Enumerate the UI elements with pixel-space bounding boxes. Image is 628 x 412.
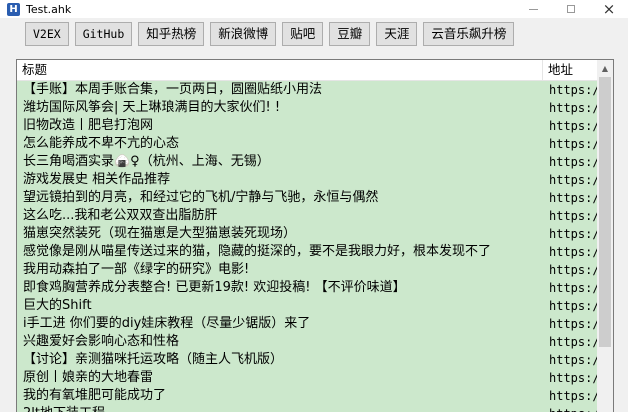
title-bar: H Test.ahk ×: [0, 0, 628, 18]
list-item-url: https:/: [549, 317, 597, 331]
list-item-url: https:/: [549, 155, 597, 169]
list-item[interactable]: 2lt地下装工程https:/: [17, 405, 597, 412]
list-item-url: https:/: [549, 101, 597, 115]
list-item-url: https:/: [543, 405, 597, 412]
list-item-title: 【手账】本周手账合集，一页两日，圆圈贴纸小用法: [23, 82, 323, 97]
list-item-title: 猫崽突然装死（现在猫崽是大型猫崽装死现场）: [23, 226, 297, 241]
list-item-title: 我用动森拍了一部《绿字的研究》电影!: [23, 262, 250, 277]
weibo-button[interactable]: 新浪微博: [210, 22, 277, 46]
minimize-icon: [528, 8, 538, 10]
list-item-title: 巨大的Shift: [23, 298, 92, 313]
list-item-url: https:/: [549, 227, 597, 241]
v2ex-button[interactable]: V2EX: [25, 22, 69, 46]
list-item[interactable]: 猫崽突然装死（现在猫崽是大型猫崽装死现场） https:/: [17, 225, 597, 243]
tianya-button[interactable]: 天涯: [376, 22, 418, 46]
list-item[interactable]: 望远镜拍到的月亮，和经过它的飞机/宁静与飞驰，永恒与偶然 https:/: [17, 189, 597, 207]
list-item-url: https:/: [549, 389, 597, 403]
close-button[interactable]: ×: [590, 0, 628, 18]
list-item-title: 望远镜拍到的月亮，和经过它的飞机/宁静与飞驰，永恒与偶然: [23, 190, 379, 205]
list-item[interactable]: 长三角喝酒实录🍙♀（杭州、上海、无锡） https:/: [17, 153, 597, 171]
ahk-app-icon: H: [7, 2, 20, 16]
list-item[interactable]: 我用动森拍了一部《绿字的研究》电影! https:/: [17, 261, 597, 279]
minimize-button[interactable]: [514, 0, 552, 18]
list-item-url: https:/: [549, 245, 597, 259]
list-item-title: 2lt地下装工程: [17, 405, 543, 412]
list-item-title: 感觉像是刚从喵星传送过来的猫，隐藏的挺深的，要不是我眼力好，根本发现不了: [23, 244, 492, 259]
list-item-url: https:/: [549, 191, 597, 205]
scroll-up-icon[interactable]: ▲: [597, 60, 613, 76]
tieba-button[interactable]: 贴吧: [282, 22, 324, 46]
douban-button[interactable]: 豆瓣: [329, 22, 371, 46]
list-item-title: 旧物改造丨肥皂打泡网: [23, 118, 154, 133]
column-header-url[interactable]: 地址: [543, 60, 597, 80]
scrollbar-thumb[interactable]: [599, 77, 611, 347]
maximize-button[interactable]: [552, 0, 590, 18]
list-item[interactable]: 即食鸡胸营养成分表整合! 已更新19款! 欢迎投稿! 【不评价味道】 https:…: [17, 279, 597, 297]
vertical-scrollbar[interactable]: ▲: [597, 60, 613, 412]
list-item-url: https:/: [549, 371, 597, 385]
list-item[interactable]: 【手账】本周手账合集，一页两日，圆圈贴纸小用法 https:/: [17, 81, 597, 99]
list-item-title: 我的有氧堆肥可能成功了: [23, 388, 167, 403]
list-item[interactable]: i手工进 你们要的diy娃床教程（尽量少锯版）来了 https:/: [17, 315, 597, 333]
list-item-url: https:/: [549, 173, 597, 187]
list-item-title: 长三角喝酒实录🍙♀（杭州、上海、无锡）: [23, 154, 270, 169]
list-item[interactable]: 感觉像是刚从喵星传送过来的猫，隐藏的挺深的，要不是我眼力好，根本发现不了 http…: [17, 243, 597, 261]
results-listview[interactable]: 标题 地址 【手账】本周手账合集，一页两日，圆圈贴纸小用法 https:/潍坊国际…: [16, 59, 614, 412]
window-controls: ×: [514, 0, 628, 18]
list-item[interactable]: 巨大的Shift https:/: [17, 297, 597, 315]
list-item-title: 即食鸡胸营养成分表整合! 已更新19款! 欢迎投稿! 【不评价味道】: [23, 280, 406, 295]
list-item[interactable]: 我的有氧堆肥可能成功了 https:/: [17, 387, 597, 405]
list-item-url: https:/: [549, 353, 597, 367]
column-header-title[interactable]: 标题: [17, 60, 543, 80]
list-item-url: https:/: [549, 263, 597, 277]
list-header: 标题 地址: [17, 60, 597, 81]
list-item-url: https:/: [549, 335, 597, 349]
list-item-url: https:/: [549, 137, 597, 151]
list-item[interactable]: 游戏发展史 相关作品推荐 https:/: [17, 171, 597, 189]
list-item-url: https:/: [549, 281, 597, 295]
list-item-url: https:/: [549, 119, 597, 133]
list-item-title: 游戏发展史 相关作品推荐: [23, 172, 171, 187]
list-item-title: 怎么能养成不卑不亢的心态: [23, 136, 180, 151]
list-item-url: https:/: [549, 83, 597, 97]
zhihu-hot-button[interactable]: 知乎热榜: [138, 22, 205, 46]
list-item[interactable]: 旧物改造丨肥皂打泡网 https:/: [17, 117, 597, 135]
list-item-title: 兴趣爱好会影响心态和性格: [23, 334, 180, 349]
list-item-title: 原创丨娘亲的大地春雷: [23, 370, 154, 385]
list-item-title: 潍坊国际风筝会| 天上琳琅满目的大家伙们! !: [23, 100, 281, 115]
github-button[interactable]: GitHub: [74, 22, 133, 46]
list-item[interactable]: 这么吃...我和老公双双查出脂肪肝 https:/: [17, 207, 597, 225]
list-item-title: 这么吃...我和老公双双查出脂肪肝: [23, 208, 218, 223]
list-item[interactable]: 怎么能养成不卑不亢的心态 https:/: [17, 135, 597, 153]
list-item-url: https:/: [549, 209, 597, 223]
list-rows: 【手账】本周手账合集，一页两日，圆圈贴纸小用法 https:/潍坊国际风筝会| 天…: [17, 81, 597, 412]
list-item-title: i手工进 你们要的diy娃床教程（尽量少锯版）来了: [23, 316, 311, 331]
list-item[interactable]: 原创丨娘亲的大地春雷 https:/: [17, 369, 597, 387]
list-item-url: https:/: [549, 299, 597, 313]
list-item-title: 【讨论】亲测猫咪托运攻略（随主人飞机版）: [23, 352, 284, 367]
source-toolbar: V2EX GitHub 知乎热榜 新浪微博 贴吧 豆瓣 天涯 云音乐飙升榜: [25, 22, 520, 48]
maximize-icon: [567, 5, 575, 13]
list-item[interactable]: 潍坊国际风筝会| 天上琳琅满目的大家伙们! ! https:/: [17, 99, 597, 117]
list-item[interactable]: 兴趣爱好会影响心态和性格 https:/: [17, 333, 597, 351]
cloud-music-button[interactable]: 云音乐飙升榜: [423, 22, 515, 46]
list-item[interactable]: 【讨论】亲测猫咪托运攻略（随主人飞机版） https:/: [17, 351, 597, 369]
window-title: Test.ahk: [26, 2, 72, 16]
close-icon: ×: [602, 0, 616, 18]
